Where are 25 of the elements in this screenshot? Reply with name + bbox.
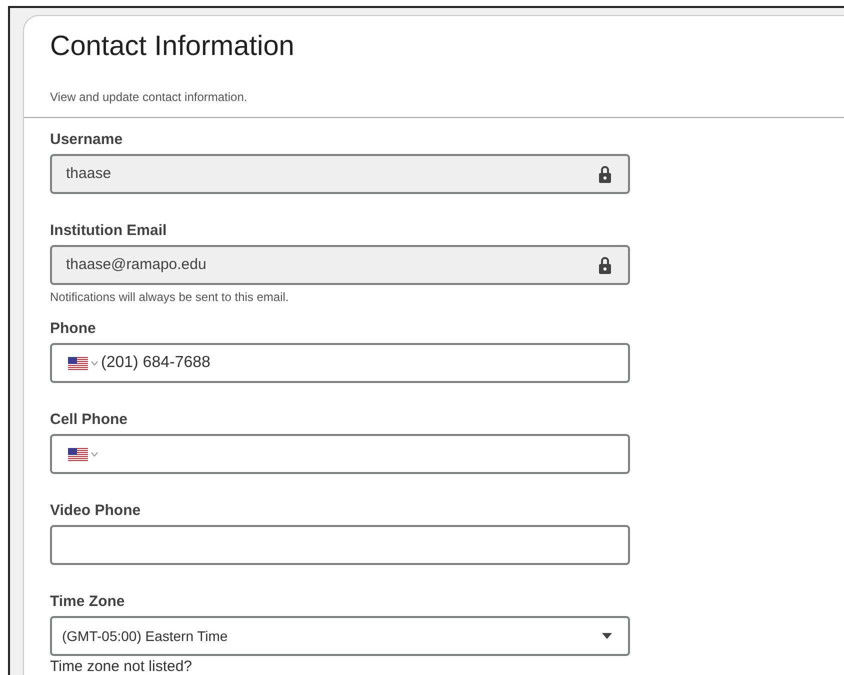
field-label: Username — [50, 130, 124, 150]
page-title: Contact Information — [50, 30, 296, 62]
field-label: Phone — [50, 319, 97, 339]
field-hint: Notifications will always be sent to this email. — [50, 289, 290, 305]
country-selector[interactable] — [68, 356, 98, 370]
dropdown[interactable]: (GMT-05:00) Eastern Time — [50, 616, 630, 656]
field-label: Video Phone — [50, 501, 142, 521]
phone-field[interactable]: (201) 684-7688 — [50, 343, 630, 383]
country-selector[interactable] — [68, 448, 98, 460]
lock-icon — [598, 165, 612, 183]
field-label: Time Zone — [50, 592, 126, 612]
chevron-down-icon — [91, 452, 98, 456]
chevron-down-icon — [91, 360, 98, 366]
phone-field[interactable] — [50, 434, 630, 474]
page-subtitle: View and update contact information. — [50, 89, 248, 105]
input-field[interactable] — [50, 525, 630, 565]
flag-icon — [68, 356, 88, 370]
input-field[interactable]: thaase@ramapo.edu — [50, 245, 630, 285]
input-field[interactable]: thaase — [50, 154, 630, 194]
field-label: Institution Email — [50, 221, 168, 241]
flag-icon — [68, 448, 88, 460]
caret-down-icon — [602, 633, 612, 639]
field-hint[interactable]: Time zone not listed? — [50, 657, 818, 675]
field-label: Cell Phone — [50, 410, 129, 430]
lock-icon — [598, 256, 612, 274]
